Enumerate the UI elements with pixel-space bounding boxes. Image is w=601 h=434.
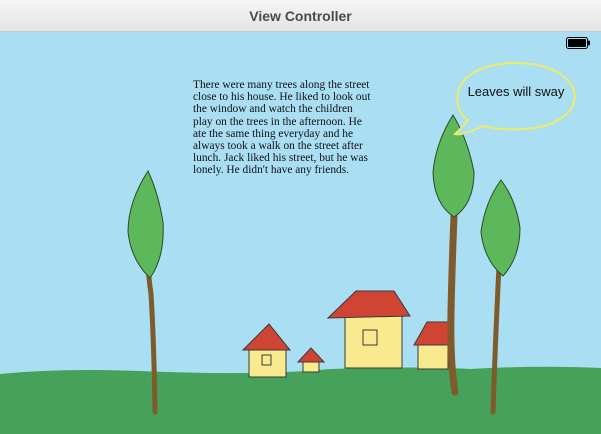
grass xyxy=(0,366,601,434)
house-big-wall xyxy=(344,315,403,369)
house-small-right-wall xyxy=(417,342,449,370)
window-title: View Controller xyxy=(249,7,352,24)
tree-middle-trunk xyxy=(447,188,459,396)
house-tiny-wall xyxy=(302,360,320,373)
battery-icon xyxy=(566,37,590,49)
storybook-scene[interactable]: There were many trees along the street c… xyxy=(0,32,601,434)
speech-bubble-text: Leaves will sway xyxy=(467,84,565,99)
app-window: View Controller There were many trees al… xyxy=(0,0,601,434)
story-text: There were many trees along the street c… xyxy=(193,79,371,177)
window-titlebar: View Controller xyxy=(0,0,601,32)
house-small-left-wall xyxy=(248,347,287,378)
